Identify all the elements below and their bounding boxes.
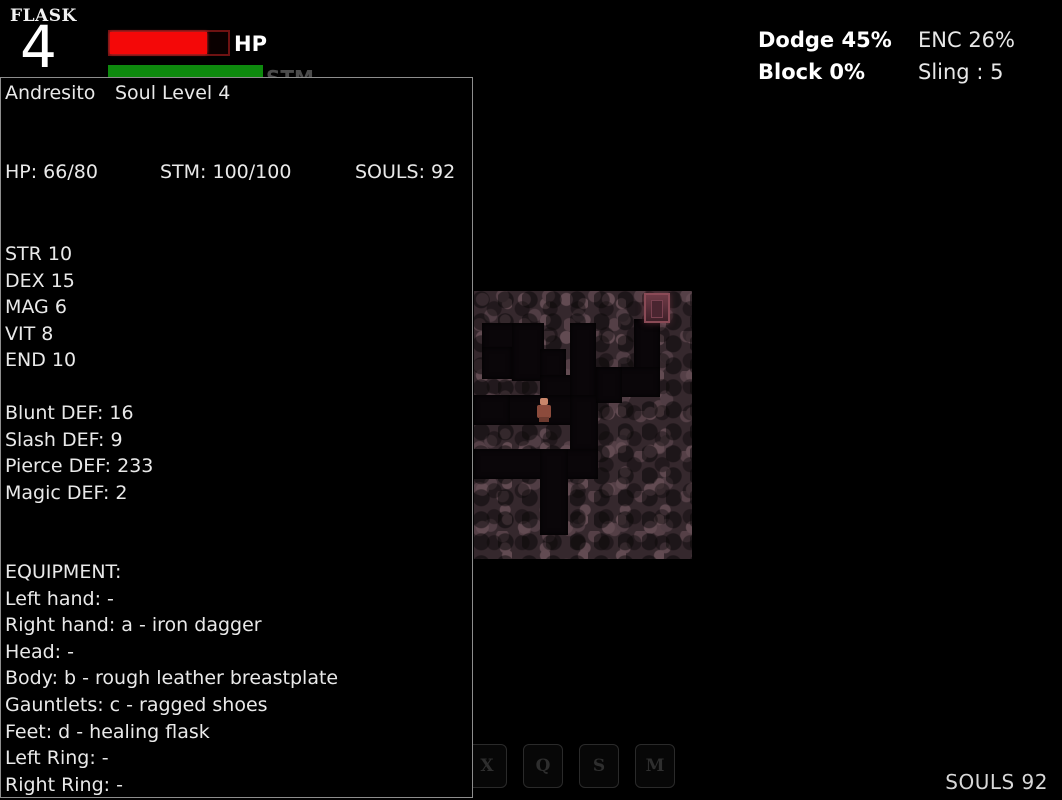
equipment-right-hand[interactable]: Right hand: a - iron dagger — [1, 612, 472, 639]
block-stat: Block 0% — [758, 60, 866, 84]
equipment-body[interactable]: Body: b - rough leather breastplate — [1, 665, 472, 692]
sling-stat: Sling : 5 — [918, 60, 1004, 84]
player-sprite — [536, 398, 552, 422]
dungeon-map-viewport — [474, 291, 692, 559]
character-sheet-panel: Andresito Soul Level 4 HP: 66/80 STM: 10… — [0, 77, 473, 798]
corridor-segment — [482, 347, 512, 379]
stats-row-dodge-enc: Dodge 45% ENC 26% — [758, 28, 1048, 52]
equipment-head[interactable]: Head: - — [1, 639, 472, 666]
stats-row-block-sling: Block 0% Sling : 5 — [758, 60, 1048, 84]
attribute-end: END 10 — [5, 349, 77, 372]
defense-magic: Magic DEF: 2 — [5, 481, 128, 504]
character-vitals-row: HP: 66/80 STM: 100/100 SOULS: 92 — [1, 161, 472, 183]
character-sheet-header: Andresito Soul Level 4 — [1, 82, 472, 104]
enc-stat: ENC 26% — [918, 28, 1015, 52]
vitals-stamina: STM: 100/100 — [160, 161, 292, 183]
combat-stats-hud: Dodge 45% ENC 26% Block 0% Sling : 5 — [758, 28, 1048, 92]
attribute-dex: DEX 15 — [5, 269, 75, 292]
keycap-s[interactable]: S — [579, 744, 619, 788]
vitals-hp: HP: 66/80 — [5, 161, 98, 183]
equipment-list: EQUIPMENT: Left hand: - Right hand: a - … — [1, 559, 472, 797]
defense-pierce: Pierce DEF: 233 — [5, 455, 154, 478]
soul-level: Soul Level 4 — [115, 82, 231, 104]
keycap-m[interactable]: M — [635, 744, 675, 788]
defenses-list: Blunt DEF: 16 Slash DEF: 9 Pierce DEF: 2… — [1, 400, 472, 506]
corridor-segment — [570, 323, 596, 405]
character-identity-row: Andresito Soul Level 4 — [1, 82, 472, 104]
attribute-vit: VIT 8 — [5, 322, 54, 345]
defense-slash: Slash DEF: 9 — [5, 428, 123, 451]
dungeon-door[interactable] — [644, 293, 670, 323]
equipment-left-ring[interactable]: Left Ring: - — [1, 745, 472, 772]
hp-bar-label: HP — [234, 32, 267, 56]
corridor-segment — [540, 449, 568, 535]
game-screen: FLASK 4 HP STM Dodge 45% ENC 26% Block 0… — [0, 0, 1062, 800]
corridor-segment — [596, 367, 622, 403]
keycap-q[interactable]: Q — [523, 744, 563, 788]
equipment-title: EQUIPMENT: — [5, 561, 122, 583]
hp-bar-fill — [110, 32, 207, 54]
dodge-stat: Dodge 45% — [758, 28, 892, 52]
character-name: Andresito — [5, 82, 96, 104]
attribute-mag: MAG 6 — [5, 296, 67, 319]
flask-count: 4 — [20, 13, 57, 81]
attribute-str: STR 10 — [5, 243, 73, 265]
keycap-x[interactable]: X — [467, 744, 507, 788]
equipment-left-hand[interactable]: Left hand: - — [1, 586, 472, 613]
corridor-segment — [474, 449, 598, 479]
defense-blunt: Blunt DEF: 16 — [5, 402, 134, 424]
equipment-right-ring[interactable]: Right Ring: - — [1, 772, 472, 797]
souls-counter-hud: SOULS 92 — [945, 770, 1048, 794]
equipment-feet[interactable]: Feet: d - healing flask — [1, 719, 472, 746]
player-legs — [539, 417, 549, 422]
hp-bar — [108, 30, 230, 56]
vitals-souls: SOULS: 92 — [355, 161, 456, 183]
corridor-segment — [570, 395, 598, 451]
attributes-list: STR 10 DEX 15 MAG 6 VIT 8 END 10 — [1, 241, 472, 374]
player-head — [540, 398, 548, 405]
corridor-segment — [474, 395, 510, 425]
equipment-gauntlets[interactable]: Gauntlets: c - ragged shoes — [1, 692, 472, 719]
